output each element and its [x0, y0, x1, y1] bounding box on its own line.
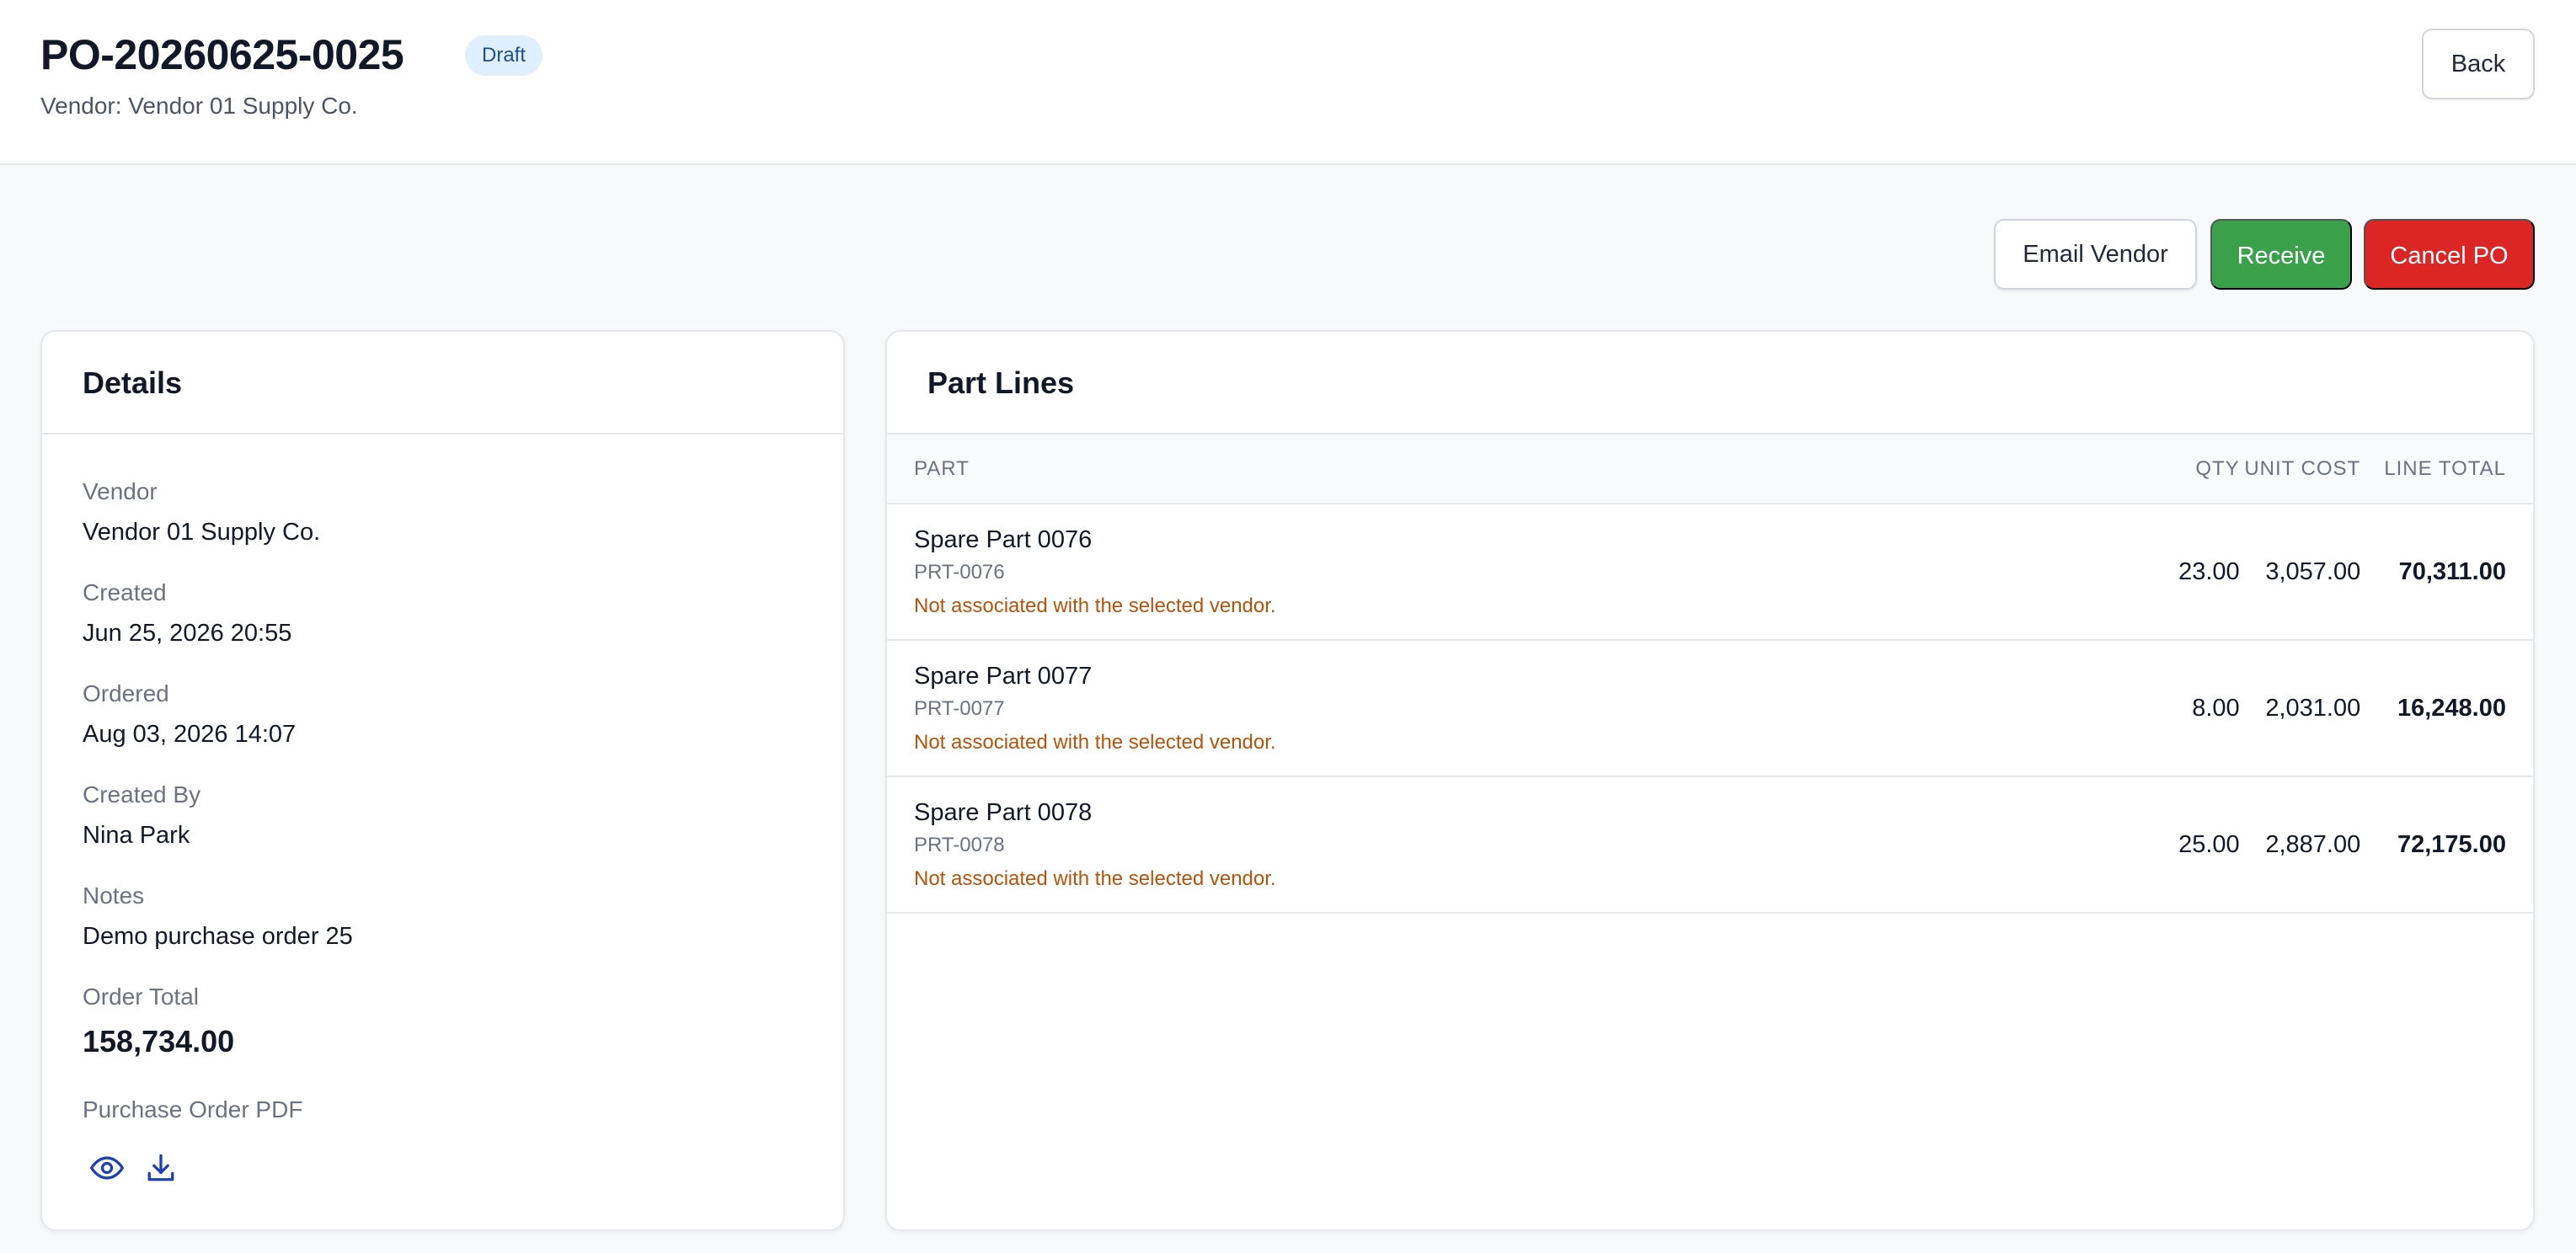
line-total-cell: 16,248.00 [2397, 694, 2506, 722]
column-header-unit-cost: UNIT COST [2244, 456, 2361, 480]
line-total-cell: 70,311.00 [2398, 557, 2506, 585]
order-total-label: Order Total [83, 984, 199, 1010]
vendor-warning: Not associated with the selected vendor. [914, 730, 1276, 754]
email-vendor-button[interactable]: Email Vendor [1994, 219, 2197, 290]
created-label: Created [83, 579, 167, 605]
part-cell: Spare Part 0077 PRT-0077 Not associated … [887, 640, 2162, 776]
table-row: Spare Part 0077 PRT-0077 Not associated … [887, 640, 2533, 776]
details-title: Details [42, 332, 843, 435]
part-cell: Spare Part 0078 PRT-0078 Not associated … [887, 776, 2162, 913]
created-value: Jun 25, 2026 20:55 [83, 620, 292, 647]
line-total-cell: 72,175.00 [2397, 830, 2506, 858]
part-name: Spare Part 0077 [914, 662, 1093, 690]
vendor-warning: Not associated with the selected vendor. [914, 866, 1276, 890]
page-header: PO-20260625-0025 Draft Vendor: Vendor 01… [0, 0, 2576, 165]
table-row: Spare Part 0078 PRT-0078 Not associated … [887, 776, 2533, 913]
page-title: PO-20260625-0025 [40, 31, 404, 78]
column-header-part: PART [914, 456, 970, 480]
receive-button[interactable]: Receive [2210, 219, 2352, 290]
status-badge: Draft [465, 35, 543, 76]
part-code: PRT-0076 [914, 560, 1005, 584]
part-name: Spare Part 0076 [914, 525, 1093, 553]
ordered-value: Aug 03, 2026 14:07 [83, 721, 297, 748]
part-code: PRT-0078 [914, 833, 1005, 856]
part-code: PRT-0077 [914, 696, 1005, 720]
qty-cell: 8.00 [2192, 694, 2240, 722]
details-card: Details Vendor Vendor 01 Supply Co. Crea… [40, 330, 845, 1231]
notes-label: Notes [83, 882, 145, 909]
cancel-po-button[interactable]: Cancel PO [2364, 219, 2535, 290]
ordered-label: Ordered [83, 680, 169, 706]
order-total-value: 158,734.00 [83, 1024, 235, 1058]
part-lines-card: Part Lines PART QTY UNIT COST LINE TOTAL… [885, 330, 2535, 1231]
unit-cost-cell: 2,887.00 [2265, 830, 2361, 858]
unit-cost-cell: 3,057.00 [2265, 557, 2361, 585]
table-row: Spare Part 0076 PRT-0076 Not associated … [887, 504, 2533, 640]
back-button[interactable]: Back [2422, 29, 2535, 99]
table-header-row: PART QTY UNIT COST LINE TOTAL [887, 435, 2533, 504]
column-header-line-total: LINE TOTAL [2384, 456, 2506, 480]
qty-cell: 25.00 [2178, 830, 2240, 858]
vendor-label: Vendor [83, 478, 158, 504]
vendor-warning: Not associated with the selected vendor. [914, 594, 1276, 617]
part-cell: Spare Part 0076 PRT-0076 Not associated … [887, 504, 2162, 640]
eye-icon[interactable] [88, 1149, 126, 1186]
vendor-subtitle: Vendor: Vendor 01 Supply Co. [40, 93, 358, 119]
vendor-value: Vendor 01 Supply Co. [83, 519, 321, 546]
notes-value: Demo purchase order 25 [83, 923, 353, 950]
qty-cell: 23.00 [2178, 557, 2240, 585]
unit-cost-cell: 2,031.00 [2265, 694, 2361, 722]
part-lines-title: Part Lines [887, 332, 2533, 435]
part-lines-table: PART QTY UNIT COST LINE TOTAL Spare Part… [887, 435, 2533, 914]
column-header-qty: QTY [2195, 456, 2240, 480]
part-name: Spare Part 0078 [914, 798, 1093, 826]
pdf-label: Purchase Order PDF [83, 1096, 303, 1122]
download-icon[interactable] [142, 1149, 179, 1186]
created-by-label: Created By [83, 781, 201, 808]
created-by-value: Nina Park [83, 822, 190, 849]
